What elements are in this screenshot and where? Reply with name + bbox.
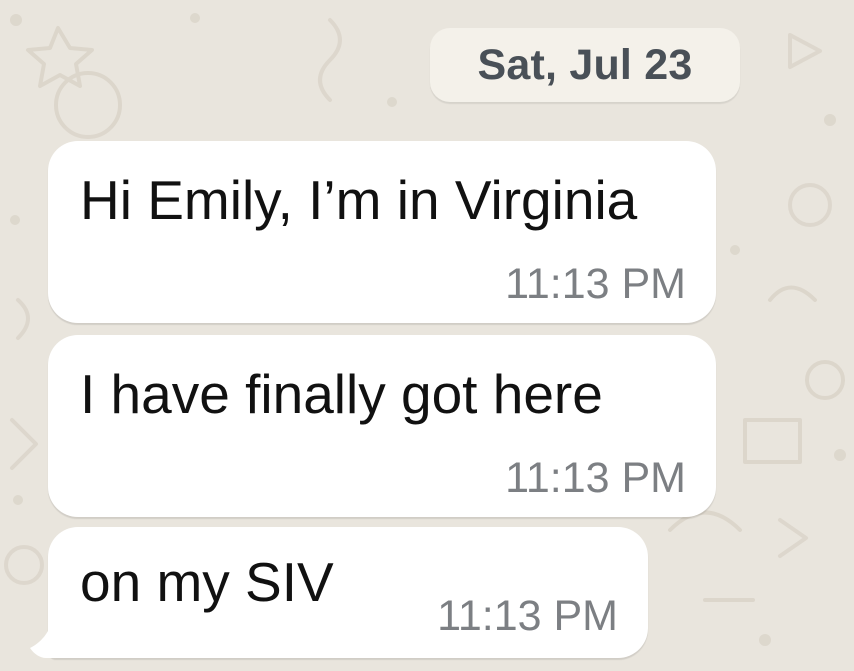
chat-thread: Sat, Jul 23 Hi Emily, I’m in Virginia 11… [0, 0, 854, 671]
message-bubble[interactable]: on my SIV 11:13 PM [48, 527, 648, 658]
message-time: 11:13 PM [505, 454, 686, 502]
message-time: 11:13 PM [505, 260, 686, 308]
message-text: I have finally got here [80, 363, 603, 425]
message-time: 11:13 PM [437, 592, 618, 640]
date-separator: Sat, Jul 23 [430, 28, 740, 102]
message-text: on my SIV [80, 551, 334, 613]
message-text: Hi Emily, I’m in Virginia [80, 169, 638, 231]
date-label: Sat, Jul 23 [477, 40, 693, 89]
message-tail [30, 598, 81, 658]
message-bubble[interactable]: Hi Emily, I’m in Virginia 11:13 PM [48, 141, 716, 323]
message-bubble[interactable]: I have finally got here 11:13 PM [48, 335, 716, 517]
